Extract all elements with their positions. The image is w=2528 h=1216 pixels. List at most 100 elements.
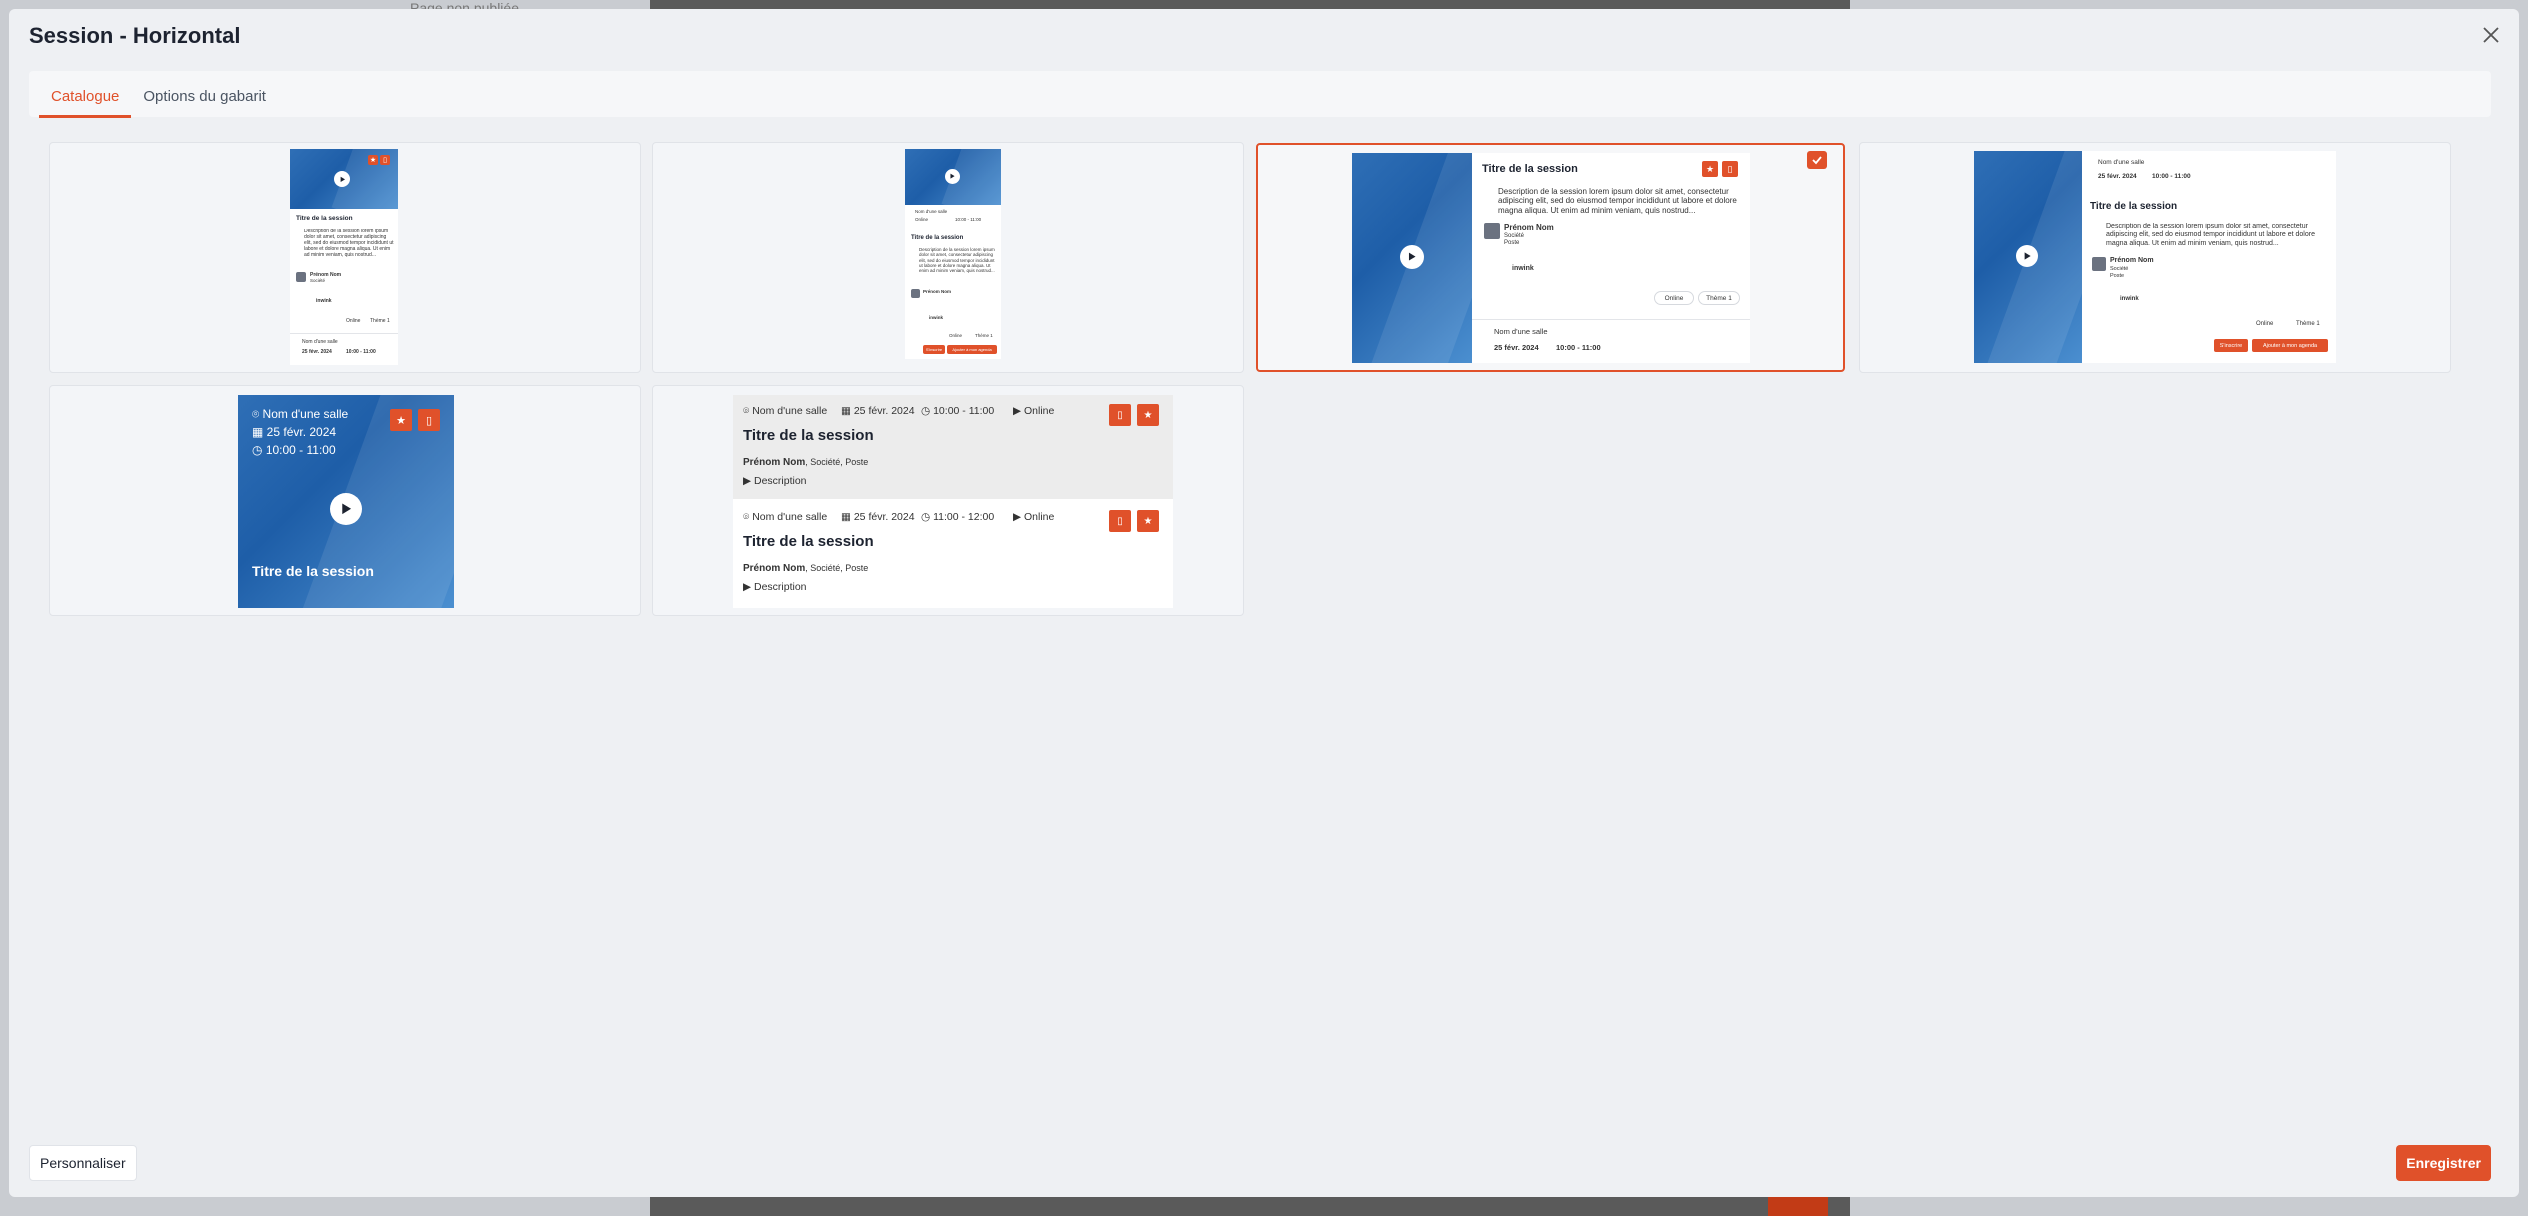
preview-time: 10:00 - 11:00 xyxy=(2152,173,2191,180)
preview-title: Titre de la session xyxy=(911,235,964,241)
preview-mode: ▶ Online xyxy=(1013,511,1055,523)
tab-template-options[interactable]: Options du gabarit xyxy=(131,88,278,117)
tabs-bar: Catalogue Options du gabarit xyxy=(29,71,2491,118)
preview-divider xyxy=(1472,319,1750,320)
preview-date: 25 févr. 2024 xyxy=(2098,173,2137,180)
preview-theme: Thème 1 xyxy=(975,333,993,338)
modal-title: Session - Horizontal xyxy=(29,23,241,48)
speaker-avatar xyxy=(1484,223,1500,239)
preview-mode-pill: Online xyxy=(1654,291,1694,305)
bookmark-icon: ▯ xyxy=(418,409,440,431)
template-card-1[interactable]: ★ ▯ Titre de la session Description de l… xyxy=(49,142,641,373)
template-preview-6: ⌾ Nom d'une salle ▦ 25 févr. 2024 ◷ 10:0… xyxy=(733,395,1173,608)
speaker-role: Poste xyxy=(2110,273,2125,279)
description-toggle-label: Description xyxy=(754,475,807,487)
speaker-company: Société xyxy=(2110,266,2129,272)
preview-time: 10:00 - 11:00 xyxy=(346,349,376,355)
date-label: 25 févr. 2024 xyxy=(853,405,915,417)
speaker-company-role: , Société, Poste xyxy=(805,457,869,467)
register-button: S'inscrire xyxy=(923,345,945,354)
template-card-2[interactable]: Nom d'une salle Online 10:00 - 11:00 Tit… xyxy=(652,142,1244,373)
favorite-icon: ★ xyxy=(1137,404,1159,426)
template-card-4[interactable]: Nom d'une salle 25 févr. 2024 10:00 - 11… xyxy=(1859,142,2451,373)
preview-mode: Online xyxy=(915,217,929,222)
play-icon xyxy=(1400,245,1424,269)
speaker-name: Prénom Nom xyxy=(743,457,806,468)
selected-check-badge xyxy=(1807,151,1827,169)
check-icon xyxy=(1812,156,1822,165)
add-to-agenda-button: Ajouter à mon agenda xyxy=(947,345,997,354)
preview-time: ◷ 10:00 - 11:00 xyxy=(252,443,336,457)
time-label: 11:00 - 12:00 xyxy=(933,511,995,523)
tab-catalogue[interactable]: Catalogue xyxy=(39,88,132,118)
speaker-avatar xyxy=(911,289,920,298)
preview-title: Titre de la session xyxy=(252,563,374,579)
preview-title: Titre de la session xyxy=(743,427,874,444)
template-preview-1: ★ ▯ Titre de la session Description de l… xyxy=(290,149,398,365)
preview-date: 25 févr. 2024 xyxy=(1494,343,1539,352)
speaker-name: Prénom Nom xyxy=(2110,257,2154,264)
preview-room: Nom d'une salle xyxy=(1494,327,1548,336)
speaker-company: Société xyxy=(1504,233,1525,239)
preview-room: ⌾ Nom d'une salle xyxy=(743,405,828,417)
preview-theme: Thème 1 xyxy=(2296,321,2320,327)
template-preview-3: Titre de la session ★ ▯ Description de l… xyxy=(1352,153,1750,363)
room-label: Nom d'une salle xyxy=(752,405,828,417)
bookmark-icon: ▯ xyxy=(1109,510,1131,532)
bookmark-icon: ▯ xyxy=(380,155,390,165)
preview-time: ◷ 10:00 - 11:00 xyxy=(921,405,995,417)
date-label: 25 févr. 2024 xyxy=(853,511,915,523)
template-card-3[interactable]: Titre de la session ★ ▯ Description de l… xyxy=(1256,143,1845,372)
sponsor-logo: inwink xyxy=(2120,296,2139,302)
mode-label: Online xyxy=(1024,511,1055,523)
preview-room: Nom d'une salle xyxy=(2098,159,2145,166)
preview-date: ▦ 25 févr. 2024 xyxy=(841,511,915,523)
preview-title: Titre de la session xyxy=(296,215,353,222)
preview-description: Description de la session lorem ipsum do… xyxy=(2106,223,2315,247)
preview-theme: Thème 1 xyxy=(1706,294,1732,302)
speaker-avatar xyxy=(296,272,306,282)
template-preview-2: Nom d'une salle Online 10:00 - 11:00 Tit… xyxy=(905,149,1001,359)
template-preview-4: Nom d'une salle 25 févr. 2024 10:00 - 11… xyxy=(1974,151,2336,363)
add-to-agenda-button: Ajouter à mon agenda xyxy=(2252,339,2328,352)
speaker-role: Poste xyxy=(1504,240,1520,246)
preview-mode: Online xyxy=(1664,294,1684,302)
template-modal: Session - Horizontal Catalogue Options d… xyxy=(9,9,2519,1197)
play-icon xyxy=(330,493,362,525)
preview-hero xyxy=(905,149,1001,205)
preview-mode: Online xyxy=(2256,321,2274,327)
preview-theme-pill: Thème 1 xyxy=(1698,291,1740,305)
play-icon xyxy=(2016,245,2038,267)
preview-date: ▦ 25 févr. 2024 xyxy=(841,405,915,417)
template-preview-5: ⌾ Nom d'une salle ▦ 25 févr. 2024 ◷ 10:0… xyxy=(238,395,454,608)
preview-description: Description de la session lorem ipsum do… xyxy=(304,229,394,258)
speaker-name: Prénom Nom xyxy=(743,563,806,574)
template-card-5[interactable]: ⌾ Nom d'une salle ▦ 25 févr. 2024 ◷ 10:0… xyxy=(49,385,641,616)
template-card-6[interactable]: ⌾ Nom d'une salle ▦ 25 févr. 2024 ◷ 10:0… xyxy=(652,385,1244,616)
mode-label: Online xyxy=(1024,405,1055,417)
preview-time: 10:00 - 11:00 xyxy=(955,217,982,222)
play-icon xyxy=(945,169,960,184)
preview-hero xyxy=(1352,153,1472,363)
favorite-icon: ★ xyxy=(1702,161,1718,177)
preview-description: Description de la session lorem ipsum do… xyxy=(919,247,995,274)
description-toggle: ▶ Description xyxy=(743,581,807,593)
save-button[interactable]: Enregistrer xyxy=(2396,1145,2491,1181)
list-item: ⌾ Nom d'une salle ▦ 25 févr. 2024 ◷ 11:0… xyxy=(733,501,1173,608)
room-label: Nom d'une salle xyxy=(262,407,349,421)
bookmark-icon: ▯ xyxy=(1722,161,1738,177)
customize-button[interactable]: Personnaliser xyxy=(29,1145,137,1181)
preview-time: 10:00 - 11:00 xyxy=(1556,343,1601,352)
register-button: S'inscrire xyxy=(2214,339,2248,352)
sponsor-logo: inwink xyxy=(929,315,944,320)
date-label: 25 févr. 2024 xyxy=(266,425,337,439)
description-toggle: ▶ Description xyxy=(743,475,807,487)
preview-title: Titre de la session xyxy=(743,533,874,550)
preview-date: ▦ 25 févr. 2024 xyxy=(252,425,337,439)
time-label: 10:00 - 11:00 xyxy=(933,405,995,417)
close-button[interactable] xyxy=(2477,21,2505,49)
favorite-icon: ★ xyxy=(390,409,412,431)
preview-room: ⌾ Nom d'une salle xyxy=(252,407,349,421)
speaker-company-role: , Société, Poste xyxy=(805,563,869,573)
preview-title: Titre de la session xyxy=(2090,201,2178,212)
